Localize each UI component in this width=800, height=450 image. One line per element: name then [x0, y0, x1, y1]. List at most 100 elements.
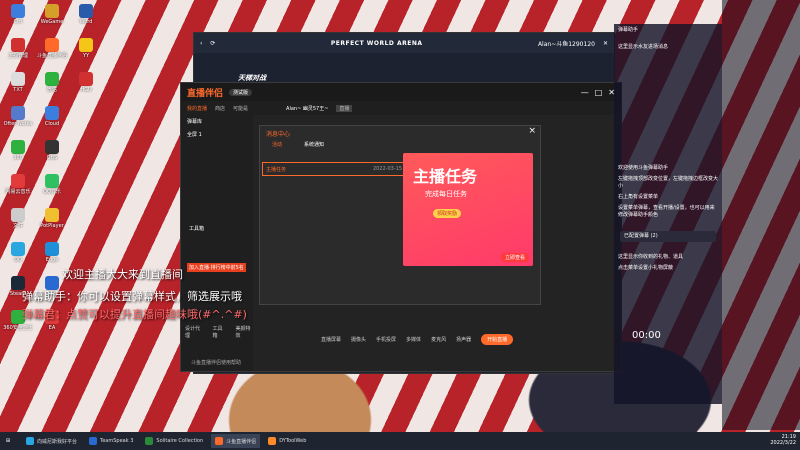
- taskbar-item-label: Solitaire Collection: [156, 438, 204, 444]
- assistant-header: 直播伴侣 测试版 — □ ✕: [181, 83, 621, 101]
- phone-cast-button[interactable]: 手机投屏: [376, 336, 396, 343]
- scene-item[interactable]: 弹幕库: [181, 115, 253, 128]
- desktop-icon[interactable]: PotPlayer: [36, 208, 68, 229]
- app-icon: [45, 4, 59, 18]
- dialog-title: 消息中心: [266, 131, 291, 138]
- screen-capture-button[interactable]: 直播屏幕: [321, 336, 341, 343]
- desktop-icon-label: 微信: [46, 87, 57, 93]
- tab-shop[interactable]: 商店: [215, 105, 225, 112]
- back-icon[interactable]: ‹: [200, 40, 202, 47]
- desktop-icon-label: 360: [13, 155, 23, 161]
- desktop-icon[interactable]: QQ音乐: [36, 174, 68, 195]
- app-icon: [11, 72, 25, 86]
- desktop-icon-label: OBS: [46, 155, 58, 161]
- app-icon: [11, 208, 25, 222]
- app-icon: [11, 106, 25, 120]
- desktop-icon-label: QQ音乐: [43, 189, 61, 195]
- camera-button[interactable]: 摄像头: [351, 336, 366, 343]
- banner-reward-button[interactable]: 领取奖励: [433, 209, 462, 218]
- app-icon: [79, 4, 93, 18]
- minimize-icon[interactable]: —: [581, 88, 589, 97]
- tab-my-live[interactable]: 我的直播: [187, 105, 207, 112]
- desktop-icon[interactable]: 微信: [36, 72, 68, 93]
- desktop-icon[interactable]: YY: [70, 38, 102, 59]
- desktop-icon[interactable]: 卫视管理: [2, 38, 34, 59]
- banner-view-button[interactable]: 立即查看: [500, 253, 529, 262]
- ranking-banner[interactable]: 加入直播·排行榜中前5名: [187, 263, 246, 272]
- dialog-close-icon[interactable]: ×: [528, 126, 536, 136]
- desktop-icon[interactable]: TXT: [2, 72, 34, 93]
- notice-item-date: 2022-03-15: [372, 166, 402, 172]
- assistant-logo: 直播伴侣: [187, 88, 224, 99]
- taskbar-item[interactable]: 斗鱼直播伴侣: [211, 434, 261, 448]
- desktop-icon[interactable]: QQ: [2, 242, 34, 263]
- taskbar-item[interactable]: 向威尼斯我好平台: [22, 434, 81, 448]
- media-button[interactable]: 多媒体: [406, 336, 421, 343]
- taskbar-item-label: 斗鱼直播伴侣: [226, 438, 257, 445]
- bottom-left-item[interactable]: 工具箱: [212, 325, 225, 339]
- task-banner[interactable]: 主播任务 完成每日任务 领取奖励 立即查看: [403, 153, 533, 266]
- desktop-icon[interactable]: Cloud: [36, 106, 68, 127]
- taskbar: ⊞ 向威尼斯我好平台 TeamSpeak 3 Solitaire Collectio…: [0, 432, 800, 450]
- maximize-icon[interactable]: □: [595, 88, 603, 97]
- desktop-icon[interactable]: 斗鱼直播伴侣: [36, 38, 68, 59]
- taskbar-app-icon: [268, 437, 277, 445]
- app-icon: [45, 72, 59, 86]
- desktop-icon[interactable]: WeGame: [36, 4, 68, 25]
- desktop-icon[interactable]: 文件: [2, 208, 34, 229]
- arena-title: PERFECT WORLD ARENA: [330, 39, 423, 47]
- taskbar-item[interactable]: Solitaire Collection: [141, 434, 207, 448]
- danmu-lines: 这里显示水友进场消息 欢迎使用斗鱼弹幕助手 左键拖拽顶部改变位置，左键拖拽边框改变大…: [614, 42, 722, 274]
- refresh-icon[interactable]: ⟳: [210, 40, 215, 47]
- desktop-icon-label: WeGame: [40, 19, 64, 25]
- taskbar-app-icon: [145, 437, 154, 445]
- desktop-icon-label: 斗鱼直播伴侣: [36, 53, 67, 59]
- taskbar-item[interactable]: TeamSpeak 3: [85, 434, 137, 448]
- danmu-line: 这里显示你收到的礼物、道具: [618, 254, 684, 260]
- speaker-button[interactable]: 扬声器: [456, 336, 471, 343]
- app-icon: [11, 174, 25, 188]
- taskbar-app-icon: [215, 437, 224, 445]
- desktop-icon[interactable]: Ctrl: [2, 4, 34, 25]
- desktop-icon[interactable]: HGU: [70, 72, 102, 93]
- notice-item[interactable]: 主播任务 2022-03-15: [262, 162, 406, 176]
- system-tray[interactable]: 21:19 2022/3/22: [770, 434, 796, 446]
- desktop-icon[interactable]: Ofter Notes: [2, 106, 34, 127]
- bottom-left-item[interactable]: 美颜特效: [236, 325, 253, 339]
- tab-system[interactable]: 系统通知: [304, 141, 324, 148]
- danmu-panel[interactable]: 弹幕助手 这里显示水友进场消息 欢迎使用斗鱼弹幕助手 左键拖拽顶部改变位置，左键拖拽…: [614, 24, 722, 404]
- desktop-icon[interactable]: 360: [2, 140, 34, 161]
- close-icon[interactable]: ✕: [603, 40, 608, 47]
- chat-line: 弹幕助手：你可以设置弹幕样式，筛选展示哦: [22, 290, 242, 303]
- taskbar-item[interactable]: DYToolWeb: [264, 434, 310, 448]
- desktop-icon[interactable]: Word: [70, 4, 102, 25]
- desktop-icon-label: 网易云音乐: [5, 189, 31, 195]
- desktop-icon[interactable]: Edge: [36, 242, 68, 263]
- danmu-line: 左键拖拽顶部改变位置，左键拖拽边框改变大小: [618, 176, 719, 189]
- desktop-icon-label: HGU: [80, 87, 92, 93]
- live-assistant-window[interactable]: 直播伴侣 测试版 — □ ✕ 我的直播 商店 可能是 Alan~ 幽灵57王~ …: [180, 82, 622, 372]
- scene-item[interactable]: 全屏 1: [181, 128, 253, 141]
- tab-activity[interactable]: 活动: [272, 141, 282, 148]
- user-name[interactable]: Alan~斗鱼1290120: [538, 39, 595, 48]
- taskbar-item-label: 向威尼斯我好平台: [37, 438, 78, 445]
- stream-name: Alan~ 幽灵57王~: [286, 105, 329, 112]
- bottom-left-item[interactable]: 设计代理: [185, 325, 202, 339]
- tab-more[interactable]: 可能是: [233, 105, 248, 112]
- start-live-button[interactable]: 开始直播: [481, 333, 514, 345]
- desktop-icon-label: 360安全卫士: [3, 325, 33, 331]
- app-icon: [45, 208, 59, 222]
- chat-line: 欢迎主播大大来到直播间: [62, 268, 183, 281]
- desktop-icon-label: Cloud: [44, 121, 60, 127]
- start-button[interactable]: ⊞: [0, 438, 16, 444]
- microphone-button[interactable]: 麦克风: [431, 336, 446, 343]
- danmu-title: 弹幕助手: [618, 27, 639, 33]
- desktop-icon[interactable]: OBS: [36, 140, 68, 161]
- toolbox-label[interactable]: 工具箱: [189, 225, 204, 232]
- app-icon: [11, 38, 25, 52]
- taskbar-app-icon: [89, 437, 98, 445]
- desktop-icon[interactable]: 网易云音乐: [2, 174, 34, 195]
- chat-line: 弹幕君：点赞可以提升直播间趣味哦(#^.^#): [22, 308, 247, 321]
- taskbar-item-label: DYToolWeb: [279, 438, 307, 444]
- app-icon: [45, 140, 59, 154]
